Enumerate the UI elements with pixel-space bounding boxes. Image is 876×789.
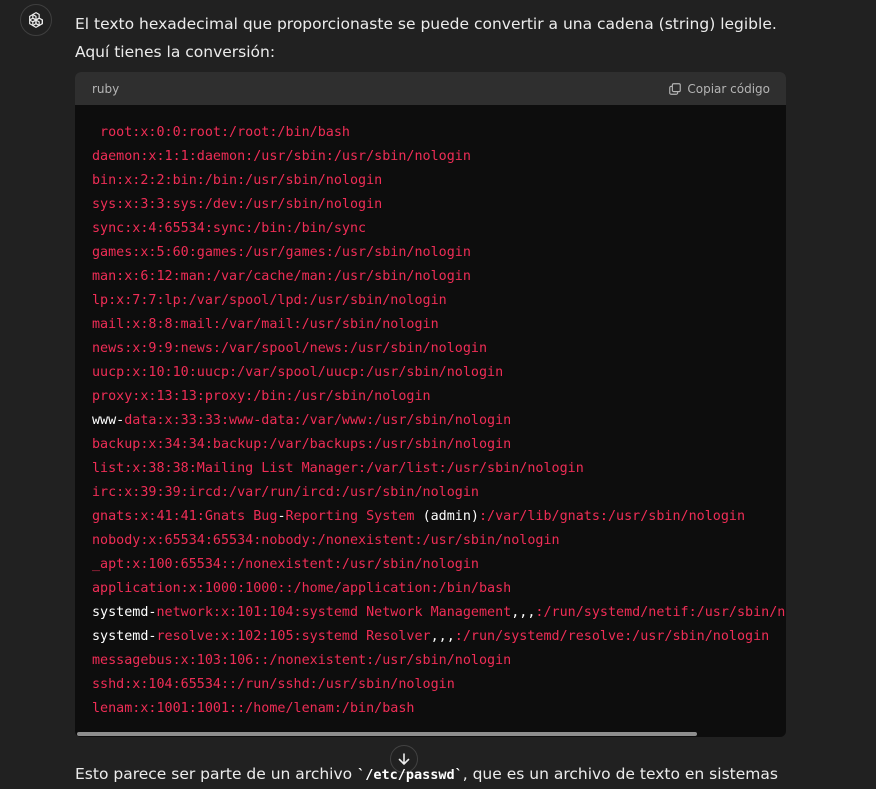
code-token: systemd- xyxy=(92,605,157,620)
code-token: sshd:x:104:65534::/run/sshd:/usr/sbin/no… xyxy=(92,677,455,692)
code-language-label: ruby xyxy=(92,81,120,96)
code-line: games:x:5:60:games:/usr/games:/usr/sbin/… xyxy=(92,241,786,265)
code-line: backup:x:34:34:backup:/var/backups:/usr/… xyxy=(92,433,786,457)
code-token: man:x:6:12:man:/var/cache/man:/usr/sbin/… xyxy=(92,269,471,284)
code-token: network:x:101:104:systemd Network Manage… xyxy=(156,605,512,620)
code-token: :/var/lib/gnats:/usr/sbin/nologin xyxy=(479,509,746,524)
code-token: nobody:x:65534:65534:nobody:/nonexistent… xyxy=(92,533,560,548)
code-token: games:x:5:60:games:/usr/games:/usr/sbin/… xyxy=(92,245,471,260)
code-line: lp:x:7:7:lp:/var/spool/lpd:/usr/sbin/nol… xyxy=(92,289,786,313)
code-token: bin:x:2:2:bin:/bin:/usr/sbin/nologin xyxy=(92,173,383,188)
code-token: root:x:0:0:root:/root:/bin/bash xyxy=(92,125,350,140)
code-token: list:x:38:38:Mailing List Manager:/var/l… xyxy=(92,461,584,476)
outro-suffix: , que es un archivo de texto en sistemas xyxy=(462,765,778,783)
copy-code-label: Copiar código xyxy=(687,81,770,96)
code-line: bin:x:2:2:bin:/bin:/usr/sbin/nologin xyxy=(92,169,786,193)
code-line: uucp:x:10:10:uucp:/var/spool/uucp:/usr/s… xyxy=(92,361,786,385)
openai-logo-icon xyxy=(29,11,43,29)
clipboard-icon xyxy=(669,82,682,95)
code-token: gnats:x:41:41:Gnats Bug xyxy=(92,509,278,524)
code-token: :/run/systemd/resolve:/usr/sbin/nologin xyxy=(454,629,770,644)
copy-code-button[interactable]: Copiar código xyxy=(668,82,770,96)
code-token: :/run/systemd/netif:/usr/sbin/nologin xyxy=(535,605,786,620)
code-token: ,,, xyxy=(511,605,536,620)
code-token: messagebus:x:103:106::/nonexistent:/usr/… xyxy=(92,653,512,668)
code-line: nobody:x:65534:65534:nobody:/nonexistent… xyxy=(92,529,786,553)
code-token: irc:x:39:39:ircd:/var/run/ircd:/usr/sbin… xyxy=(92,485,479,500)
code-token: uucp:x:10:10:uucp:/var/spool/uucp:/usr/s… xyxy=(92,365,504,380)
code-line: list:x:38:38:Mailing List Manager:/var/l… xyxy=(92,457,786,481)
code-token: lenam:x:1001:1001::/home/lenam:/bin/bash xyxy=(92,701,415,716)
code-line: www-data:x:33:33:www-data:/var/www:/usr/… xyxy=(92,409,786,433)
code-line: messagebus:x:103:106::/nonexistent:/usr/… xyxy=(92,649,786,673)
code-line: irc:x:39:39:ircd:/var/run/ircd:/usr/sbin… xyxy=(92,481,786,505)
code-line: root:x:0:0:root:/root:/bin/bash xyxy=(92,121,786,145)
code-line: application:x:1000:1000::/home/applicati… xyxy=(92,577,786,601)
code-line: news:x:9:9:news:/var/spool/news:/usr/sbi… xyxy=(92,337,786,361)
code-token: ,,, xyxy=(430,629,455,644)
code-line: sys:x:3:3:sys:/dev:/usr/sbin/nologin xyxy=(92,193,786,217)
code-token: mail:x:8:8:mail:/var/mail:/usr/sbin/nolo… xyxy=(92,317,439,332)
code-line: daemon:x:1:1:daemon:/usr/sbin:/usr/sbin/… xyxy=(92,145,786,169)
code-token: www- xyxy=(92,413,125,428)
code-token: sys:x:3:3:sys:/dev:/usr/sbin/nologin xyxy=(92,197,383,212)
code-line: man:x:6:12:man:/var/cache/man:/usr/sbin/… xyxy=(92,265,786,289)
inline-code-path: `/etc/passwd` xyxy=(357,767,463,783)
code-token: backup:x:34:34:backup:/var/backups:/usr/… xyxy=(92,437,512,452)
code-block-header: ruby Copiar código xyxy=(75,72,786,105)
code-block: ruby Copiar código root:x:0:0:root:/root… xyxy=(75,72,786,737)
code-token: data:x:33:33:www-data:/var/www:/usr/sbin… xyxy=(124,413,512,428)
code-line: lenam:x:1001:1001::/home/lenam:/bin/bash xyxy=(92,697,786,721)
code-token: sync:x:4:65534:sync:/bin:/bin/sync xyxy=(92,221,367,236)
code-token: _apt:x:100:65534::/nonexistent:/usr/sbin… xyxy=(92,557,479,572)
code-content[interactable]: root:x:0:0:root:/root:/bin/bash daemon:x:… xyxy=(75,105,786,737)
code-token: lp:x:7:7:lp:/var/spool/lpd:/usr/sbin/nol… xyxy=(92,293,447,308)
code-line: _apt:x:100:65534::/nonexistent:/usr/sbin… xyxy=(92,553,786,577)
code-line: sync:x:4:65534:sync:/bin:/bin/sync xyxy=(92,217,786,241)
code-line: mail:x:8:8:mail:/var/mail:/usr/sbin/nolo… xyxy=(92,313,786,337)
code-token: Reporting System xyxy=(285,509,423,524)
outro-prefix: Esto parece ser parte de un archivo xyxy=(75,765,358,783)
code-token: - xyxy=(277,509,286,524)
assistant-intro-text: El texto hexadecimal que proporcionaste … xyxy=(75,15,777,61)
code-token: systemd- xyxy=(92,629,157,644)
code-token: resolve:x:102:105:systemd Resolver xyxy=(156,629,431,644)
code-line: proxy:x:13:13:proxy:/bin:/usr/sbin/nolog… xyxy=(92,385,786,409)
code-token: daemon:x:1:1:daemon:/usr/sbin:/usr/sbin/… xyxy=(92,149,471,164)
code-token: news:x:9:9:news:/var/spool/news:/usr/sbi… xyxy=(92,341,488,356)
code-token: proxy:x:13:13:proxy:/bin:/usr/sbin/nolog… xyxy=(92,389,431,404)
code-line: systemd-network:x:101:104:systemd Networ… xyxy=(92,601,786,625)
assistant-avatar xyxy=(20,4,52,36)
code-token: (admin) xyxy=(422,509,479,524)
code-token: application:x:1000:1000::/home/applicati… xyxy=(92,581,512,596)
code-line: sshd:x:104:65534::/run/sshd:/usr/sbin/no… xyxy=(92,673,786,697)
code-line: systemd-resolve:x:102:105:systemd Resolv… xyxy=(92,625,786,649)
horizontal-scrollbar[interactable] xyxy=(77,732,697,736)
code-line: gnats:x:41:41:Gnats Bug-Reporting System… xyxy=(92,505,786,529)
